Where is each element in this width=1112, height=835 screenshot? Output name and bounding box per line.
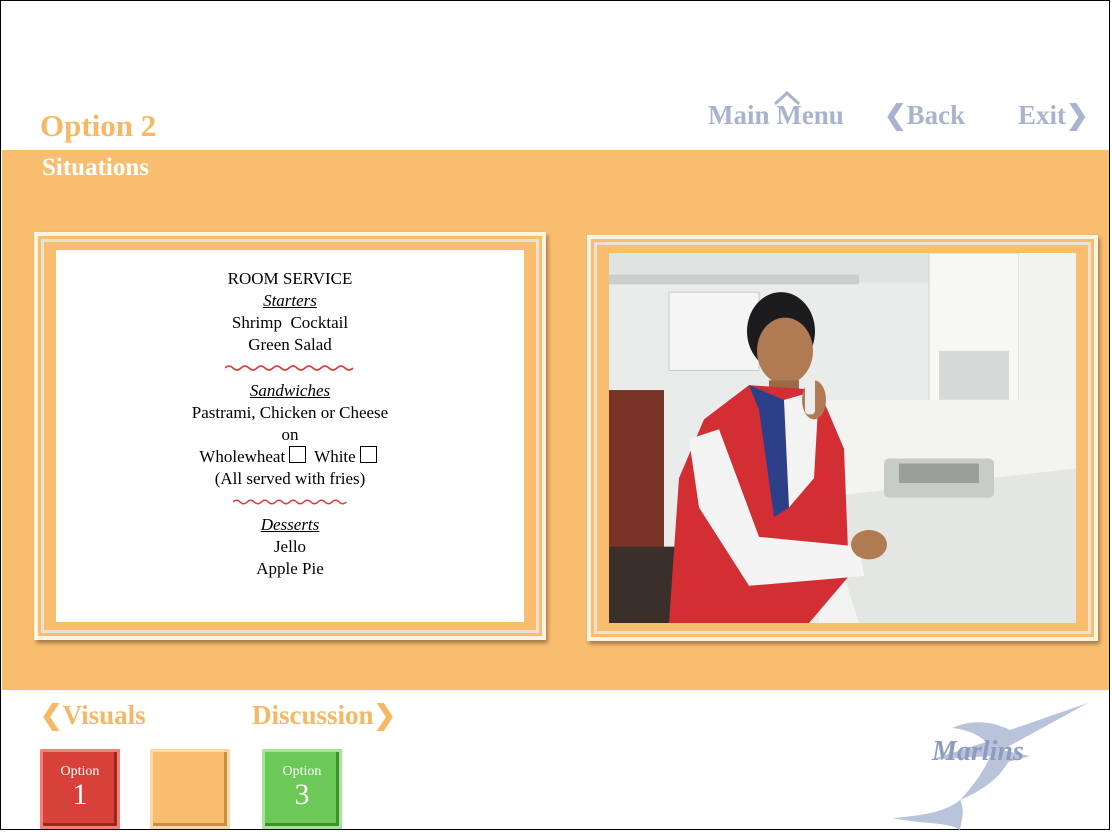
room-service-photo	[609, 253, 1076, 623]
section-subtitle: Situations	[42, 154, 149, 181]
menu-item: Green Salad	[248, 335, 332, 354]
on-text: on	[281, 425, 299, 444]
chevron-left-icon: ❮	[40, 700, 63, 730]
menu-item: Jello	[273, 537, 307, 556]
wholewheat-checkbox[interactable]	[289, 446, 307, 463]
option-1-button[interactable]: Option 1	[40, 749, 120, 829]
chevron-right-icon: ❯	[373, 700, 397, 730]
wholewheat-label: Wholewheat	[199, 447, 286, 466]
logo-text: Marlins	[931, 736, 1024, 767]
served-note: (All served with fries)	[214, 469, 366, 488]
visuals-link[interactable]: ❮Visuals	[40, 700, 146, 731]
photo-panel	[587, 235, 1098, 641]
room-service-menu: ROOM SERVICE Starters Shrimp Cocktail Gr…	[56, 250, 524, 622]
photo-illustration	[609, 253, 1076, 623]
starters-heading: Starters	[263, 291, 317, 310]
option-2-button[interactable]	[150, 749, 230, 829]
marlins-logo: Marlins	[890, 700, 1090, 830]
white-label: White	[314, 447, 356, 466]
sandwich-line: Pastrami, Chicken or Cheese	[191, 403, 389, 422]
main-menu-link[interactable]: Main Menu	[708, 90, 844, 131]
back-link[interactable]: ❮Back	[884, 100, 965, 131]
menu-item: Shrimp Cocktail	[231, 313, 349, 332]
white-checkbox[interactable]	[359, 446, 377, 463]
chevron-right-icon: ❯	[1066, 100, 1089, 130]
page-title: Option 2	[40, 108, 157, 143]
option-number: 1	[72, 778, 88, 811]
exit-label: Exit	[1018, 100, 1067, 130]
bread-options: Wholewheat White	[56, 446, 524, 468]
menu-item: Apple Pie	[256, 559, 324, 578]
sandwiches-heading: Sandwiches	[249, 381, 331, 400]
wavy-divider	[232, 499, 347, 505]
chevron-left-icon: ❮	[884, 100, 907, 130]
up-chevron-icon	[773, 90, 801, 106]
discussion-label: Discussion	[252, 700, 374, 730]
wavy-divider	[225, 365, 354, 371]
option-3-button[interactable]: Option 3	[262, 749, 342, 829]
discussion-link[interactable]: Discussion❯	[252, 700, 396, 731]
marlin-fish-icon: Marlins	[892, 703, 1088, 830]
option-number: 3	[294, 778, 310, 811]
back-label: Back	[906, 100, 966, 130]
menu-heading: ROOM SERVICE	[227, 269, 353, 288]
desserts-heading: Desserts	[260, 515, 320, 534]
exit-link[interactable]: Exit❯	[1018, 100, 1089, 131]
visuals-label: Visuals	[62, 700, 146, 730]
menu-card-panel: ROOM SERVICE Starters Shrimp Cocktail Gr…	[34, 232, 546, 640]
